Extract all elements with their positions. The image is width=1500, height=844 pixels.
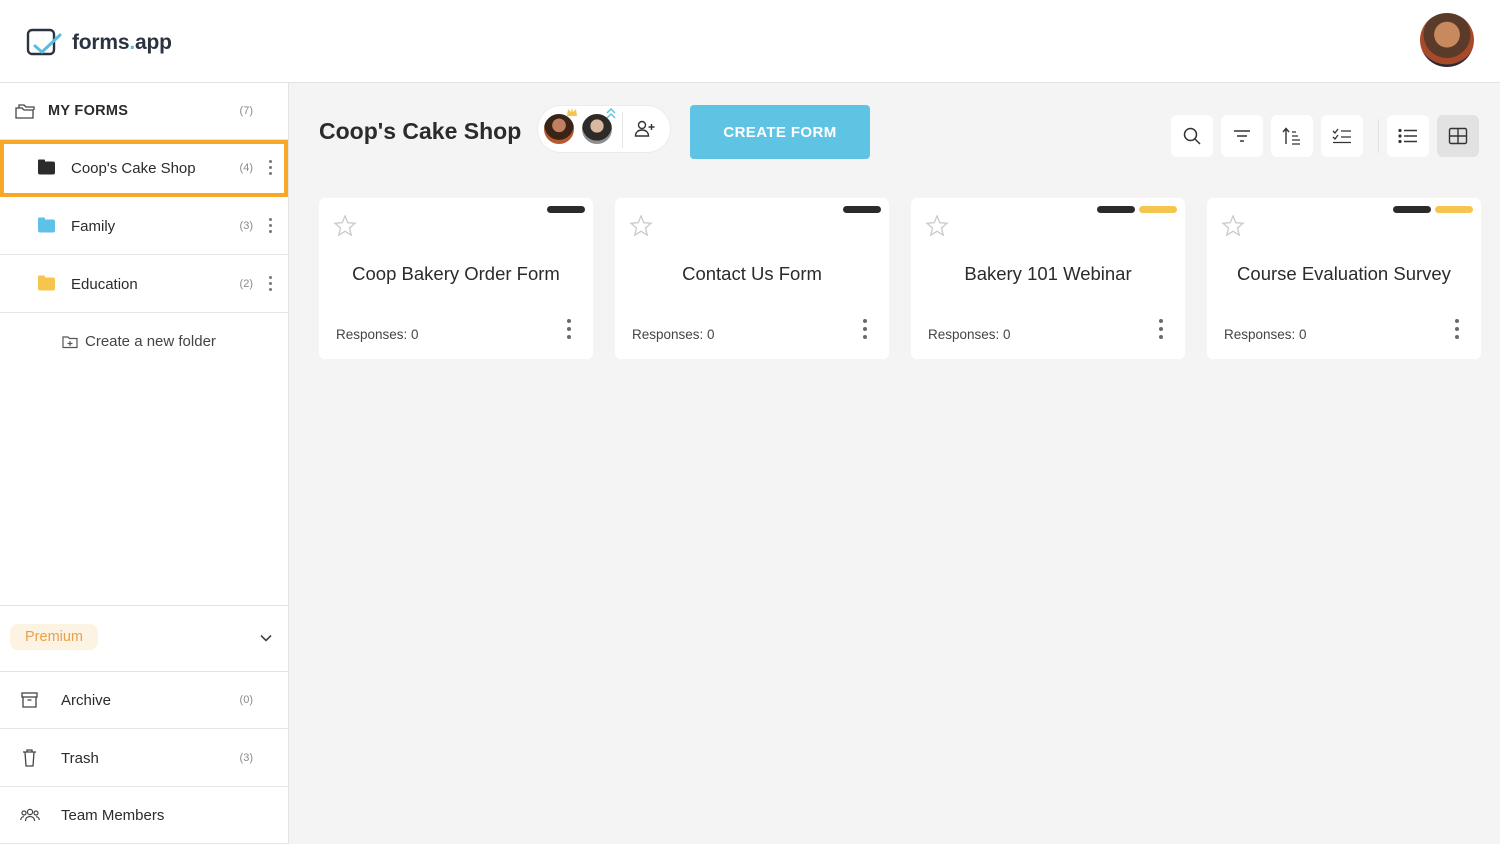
star-icon[interactable]: [629, 214, 653, 238]
filter-icon: [1234, 130, 1250, 142]
form-title: Contact Us Form: [682, 263, 822, 284]
search-button[interactable]: [1171, 115, 1213, 157]
form-title: Coop Bakery Order Form: [352, 263, 560, 284]
folder-more-icon[interactable]: [268, 276, 272, 292]
sidebar-my-forms-label: MY FORMS: [48, 103, 129, 119]
tag-badge: [547, 206, 585, 213]
sidebar-folder-coops-cake-shop[interactable]: Coop's Cake Shop (4): [0, 140, 288, 197]
more-icon[interactable]: [863, 319, 867, 341]
folder-count: (3): [239, 220, 253, 232]
tag-badge: [1435, 206, 1473, 213]
form-responses: Responses: 0: [632, 327, 715, 342]
form-responses: Responses: 0: [336, 327, 419, 342]
form-card[interactable]: Coop Bakery Order Form Responses: 0: [319, 198, 593, 359]
sidebar-trash-count: (3): [239, 752, 253, 764]
list-view-icon: [1398, 128, 1417, 144]
star-icon[interactable]: [333, 214, 357, 238]
collaborator-avatar[interactable]: [542, 112, 576, 146]
sidebar-archive-label: Archive: [61, 691, 112, 709]
folder-count: (4): [239, 162, 253, 174]
tag-badge: [843, 206, 881, 213]
logo[interactable]: forms.app: [26, 26, 172, 60]
top-bar: forms.app: [0, 0, 1500, 83]
sidebar: MY FORMS (7) Coop's Cake Shop (4) Family…: [0, 83, 289, 844]
more-icon[interactable]: [1455, 319, 1459, 341]
trash-icon: [23, 749, 36, 767]
star-icon[interactable]: [925, 214, 949, 238]
share-group[interactable]: [537, 105, 671, 153]
sidebar-my-forms[interactable]: MY FORMS (7): [0, 83, 288, 140]
crown-icon: [567, 108, 577, 116]
premium-section[interactable]: Premium: [0, 605, 288, 672]
team-icon: [20, 808, 40, 822]
sidebar-archive-count: (0): [239, 694, 253, 706]
page-title: Coop's Cake Shop: [319, 118, 522, 144]
logo-text-app: app: [135, 31, 172, 54]
logo-text-forms: forms: [72, 31, 130, 54]
tag-badge: [1393, 206, 1431, 213]
create-form-button[interactable]: CREATE FORM: [690, 105, 870, 159]
add-user-icon[interactable]: [634, 120, 656, 138]
tag-badge: [1097, 206, 1135, 213]
sidebar-trash[interactable]: Trash (3): [0, 730, 288, 787]
folder-label: Family: [71, 217, 116, 235]
form-title: Course Evaluation Survey: [1237, 263, 1451, 284]
form-responses: Responses: 0: [928, 327, 1011, 342]
archive-icon: [21, 692, 38, 708]
main-content: Coop's Cake Shop CREATE FORM Coop Bakery…: [289, 83, 1500, 844]
sidebar-team-members[interactable]: Team Members: [0, 787, 288, 844]
logo-icon: [26, 28, 62, 56]
form-responses: Responses: 0: [1224, 327, 1307, 342]
folder-plus-icon: [62, 335, 78, 348]
grid-view-icon: [1448, 127, 1468, 145]
folder-icon: [38, 217, 55, 233]
form-card[interactable]: Course Evaluation Survey Responses: 0: [1207, 198, 1481, 359]
sort-icon: [1282, 127, 1300, 145]
premium-badge: Premium: [10, 624, 99, 650]
select-button[interactable]: [1321, 115, 1363, 157]
chevron-down-icon[interactable]: [260, 632, 272, 644]
search-icon: [1183, 127, 1201, 145]
sidebar-archive[interactable]: Archive (0): [0, 672, 288, 729]
star-icon[interactable]: [1221, 214, 1245, 238]
sidebar-folder-family[interactable]: Family (3): [0, 198, 288, 255]
form-title: Bakery 101 Webinar: [964, 263, 1132, 284]
user-avatar[interactable]: [1420, 13, 1474, 67]
folder-more-icon[interactable]: [268, 160, 272, 176]
list-view-button[interactable]: [1387, 115, 1429, 157]
folder-more-icon[interactable]: [268, 218, 272, 234]
tag-badge: [1139, 206, 1177, 213]
sidebar-my-forms-count: (7): [239, 105, 253, 117]
checklist-icon: [1332, 128, 1351, 144]
sidebar-trash-label: Trash: [61, 749, 99, 767]
folder-count: (2): [239, 278, 253, 290]
folder-label: Coop's Cake Shop: [71, 159, 196, 177]
grid-view-button[interactable]: [1437, 115, 1479, 157]
folder-label: Education: [71, 275, 138, 293]
folders-icon: [15, 104, 35, 119]
folder-icon: [38, 275, 55, 291]
form-card[interactable]: Contact Us Form Responses: 0: [615, 198, 889, 359]
filter-button[interactable]: [1221, 115, 1263, 157]
sort-button[interactable]: [1271, 115, 1313, 157]
more-icon[interactable]: [1159, 319, 1163, 341]
sidebar-folder-education[interactable]: Education (2): [0, 256, 288, 313]
editor-chevrons-icon: [606, 108, 616, 119]
sidebar-team-members-label: Team Members: [61, 806, 165, 824]
more-icon[interactable]: [567, 319, 571, 341]
create-folder-button[interactable]: Create a new folder: [62, 333, 216, 350]
folder-icon: [38, 159, 55, 175]
create-folder-label: Create a new folder: [85, 333, 216, 350]
form-card[interactable]: Bakery 101 Webinar Responses: 0: [911, 198, 1185, 359]
